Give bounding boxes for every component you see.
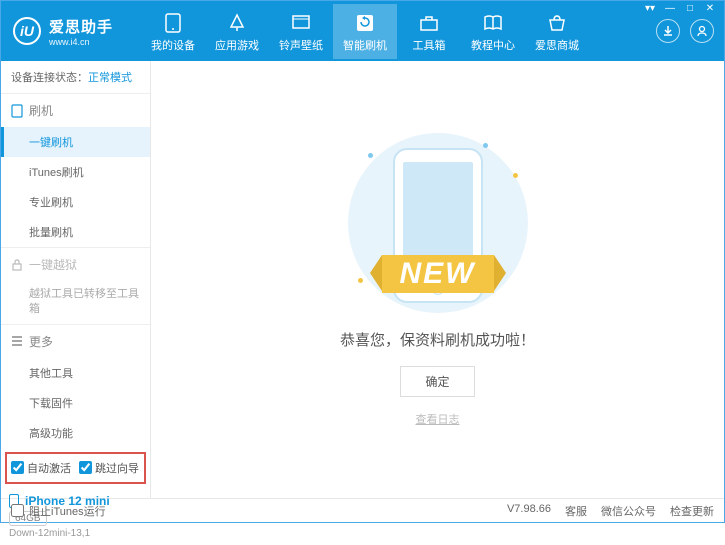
support-link[interactable]: 客服 <box>565 503 587 519</box>
sidebar-jailbreak-header: 一键越狱 <box>1 248 150 281</box>
options-row: 自动激活 跳过向导 <box>5 452 146 484</box>
sidebar-item-other[interactable]: 其他工具 <box>1 358 150 388</box>
view-log-link[interactable]: 查看日志 <box>416 411 460 427</box>
toolbox-icon <box>418 12 440 34</box>
sidebar-item-pro[interactable]: 专业刷机 <box>1 187 150 217</box>
success-illustration: NEW <box>338 133 538 313</box>
list-icon <box>11 335 23 347</box>
download-button[interactable] <box>656 19 680 43</box>
minimize-btn[interactable]: — <box>661 3 679 17</box>
nav-flash[interactable]: 智能刷机 <box>333 4 397 59</box>
nav-toolbox[interactable]: 工具箱 <box>397 4 461 59</box>
app-title: 爱思助手 <box>49 16 113 37</box>
logo: iU 爱思助手 www.i4.cn <box>1 16 141 47</box>
lock-icon <box>11 259 23 271</box>
sidebar-item-oneclick[interactable]: 一键刷机 <box>1 127 150 157</box>
new-banner: NEW <box>382 255 494 293</box>
sidebar: 设备连接状态：正常模式 刷机 一键刷机 iTunes刷机 专业刷机 批量刷机 一… <box>1 61 151 498</box>
store-icon <box>546 12 568 34</box>
sidebar-item-firmware[interactable]: 下载固件 <box>1 388 150 418</box>
device-model: Down-12mini-13,1 <box>9 528 142 539</box>
connection-status: 设备连接状态：正常模式 <box>1 61 150 93</box>
logo-icon: iU <box>13 17 41 45</box>
main-content: NEW 恭喜您，保资料刷机成功啦！ 确定 查看日志 <box>151 61 724 498</box>
user-button[interactable] <box>690 19 714 43</box>
skip-guide-checkbox[interactable]: 跳过向导 <box>79 460 139 476</box>
nav-tutorial[interactable]: 教程中心 <box>461 4 525 59</box>
auto-activate-checkbox[interactable]: 自动激活 <box>11 460 71 476</box>
phone-icon <box>162 12 184 34</box>
book-icon <box>482 12 504 34</box>
main-nav: 我的设备 应用游戏 铃声壁纸 智能刷机 工具箱 教程中心 爱思商城 <box>141 4 656 59</box>
nav-apps[interactable]: 应用游戏 <box>205 4 269 59</box>
refresh-icon <box>354 12 376 34</box>
block-itunes-checkbox[interactable]: 阻止iTunes运行 <box>11 503 106 519</box>
sidebar-item-batch[interactable]: 批量刷机 <box>1 217 150 247</box>
update-link[interactable]: 检查更新 <box>670 503 714 519</box>
success-message: 恭喜您，保资料刷机成功啦！ <box>340 329 535 350</box>
app-url: www.i4.cn <box>49 37 113 47</box>
nav-my-device[interactable]: 我的设备 <box>141 4 205 59</box>
nav-ringtone[interactable]: 铃声壁纸 <box>269 4 333 59</box>
jailbreak-note: 越狱工具已转移至工具箱 <box>1 281 150 324</box>
close-btn[interactable]: ✕ <box>701 3 719 17</box>
sidebar-flash-header[interactable]: 刷机 <box>1 94 150 127</box>
apps-icon <box>226 12 248 34</box>
nav-store[interactable]: 爱思商城 <box>525 4 589 59</box>
ok-button[interactable]: 确定 <box>400 366 474 397</box>
version-label: V7.98.66 <box>507 503 551 519</box>
wechat-link[interactable]: 微信公众号 <box>601 503 656 519</box>
sidebar-item-itunes[interactable]: iTunes刷机 <box>1 157 150 187</box>
maximize-btn[interactable]: □ <box>681 3 699 17</box>
sidebar-more-header[interactable]: 更多 <box>1 325 150 358</box>
phone-small-icon <box>11 104 23 118</box>
wallpaper-icon <box>290 12 312 34</box>
menu-btn[interactable]: ▾▾ <box>641 3 659 17</box>
sidebar-item-advanced[interactable]: 高级功能 <box>1 418 150 448</box>
